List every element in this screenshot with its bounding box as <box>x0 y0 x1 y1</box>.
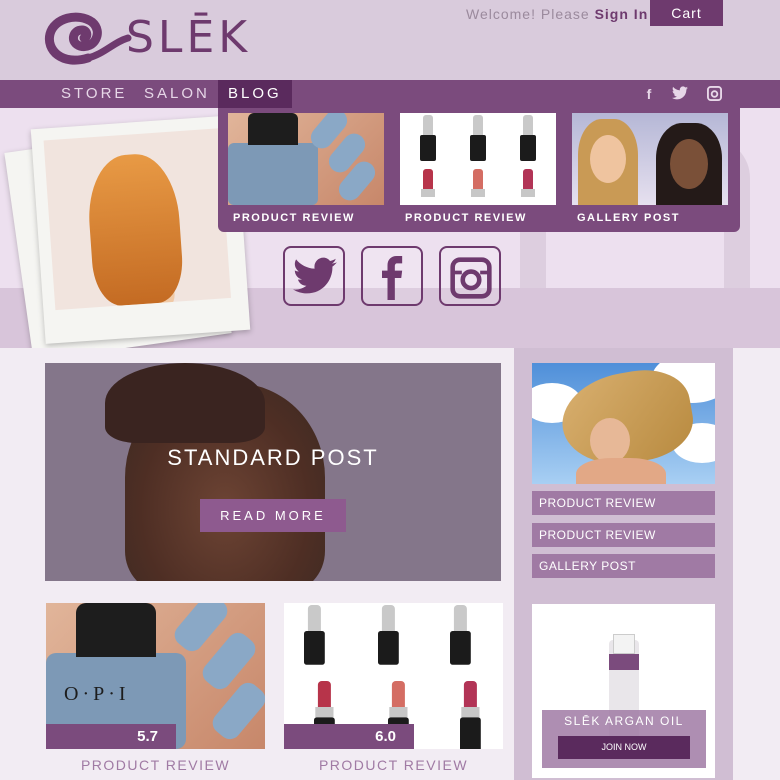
welcome-message: Welcome! Please Sign In <box>466 6 648 22</box>
sidebar-image[interactable] <box>532 363 715 484</box>
promo-title: SLĒK ARGAN OIL <box>564 714 684 728</box>
nav-item-salon[interactable]: SALON <box>144 80 210 108</box>
facebook-icon[interactable] <box>361 246 423 306</box>
logo-text: SLĒK <box>126 12 252 63</box>
featured-post[interactable]: STANDARD POST READ MORE <box>45 363 501 581</box>
facebook-icon[interactable]: f <box>641 86 657 102</box>
welcome-text: Welcome! Please <box>466 6 590 22</box>
dropdown-card-nails[interactable] <box>228 113 384 205</box>
review-score: 6.0 <box>284 724 414 749</box>
argan-oil-promo: SLĒK ARGAN OIL JOIN NOW <box>532 604 715 778</box>
featured-post-title: STANDARD POST <box>167 445 379 470</box>
site-header: SLĒK Welcome! Please Sign In Cart <box>0 0 780 80</box>
hair-photo <box>43 128 231 311</box>
join-now-button[interactable]: JOIN NOW <box>558 736 690 759</box>
sidebar-link-product-review-1[interactable]: PRODUCT REVIEW <box>532 491 715 515</box>
instagram-icon[interactable] <box>706 86 722 102</box>
dropdown-card-lipsticks[interactable] <box>400 113 556 205</box>
logo[interactable]: SLĒK <box>44 8 259 70</box>
promo-overlay: SLĒK ARGAN OIL JOIN NOW <box>542 710 706 768</box>
blog-dropdown: PRODUCT REVIEW PRODUCT REVIEW GALLERY PO… <box>218 108 740 232</box>
logo-swirl-icon <box>44 12 132 65</box>
sidebar-link-product-review-2[interactable]: PRODUCT REVIEW <box>532 523 715 547</box>
main-nav: STORE SALON BLOG f <box>0 80 780 108</box>
review-score: 5.7 <box>46 724 176 749</box>
nav-item-blog[interactable]: BLOG <box>218 80 292 108</box>
sign-in-link[interactable]: Sign In <box>595 6 649 22</box>
nav-item-store[interactable]: STORE <box>61 80 127 108</box>
review-card-nails[interactable]: O·P·I 5.7 <box>46 603 265 749</box>
twitter-icon[interactable] <box>672 86 688 102</box>
read-more-button[interactable]: READ MORE <box>200 499 346 532</box>
review-caption[interactable]: PRODUCT REVIEW <box>284 757 503 773</box>
review-caption[interactable]: PRODUCT REVIEW <box>46 757 265 773</box>
dropdown-label-gallery-post[interactable]: GALLERY POST <box>577 212 680 224</box>
dropdown-label-product-review-1[interactable]: PRODUCT REVIEW <box>233 212 355 224</box>
twitter-icon[interactable] <box>283 246 345 306</box>
cart-button[interactable]: Cart <box>650 0 723 26</box>
instagram-icon[interactable] <box>439 246 501 306</box>
bottle-label: O·P·I <box>64 683 130 705</box>
dropdown-label-product-review-2[interactable]: PRODUCT REVIEW <box>405 212 527 224</box>
dropdown-card-gallery[interactable] <box>572 113 728 205</box>
review-card-lipsticks[interactable]: 6.0 <box>284 603 503 749</box>
sidebar-link-gallery-post[interactable]: GALLERY POST <box>532 554 715 578</box>
